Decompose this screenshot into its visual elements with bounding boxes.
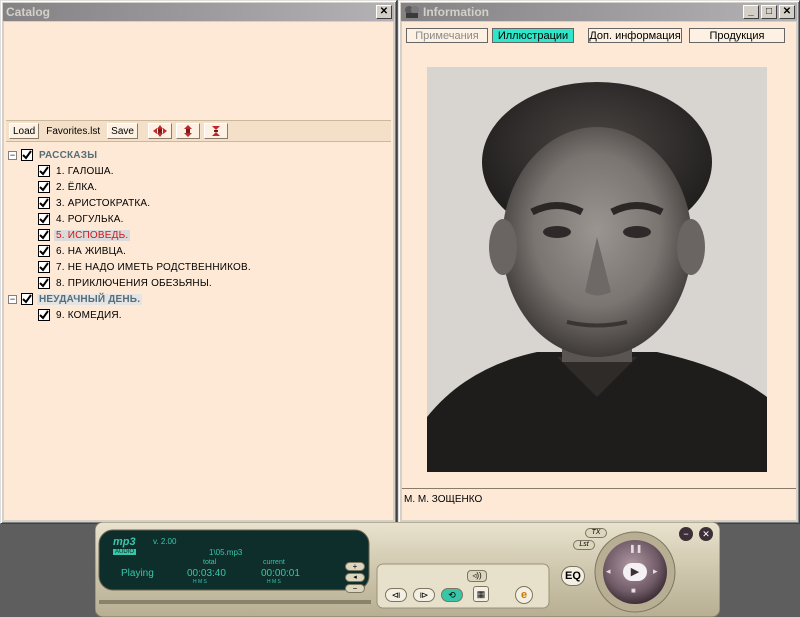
pause-icon[interactable]: ❚❚ (629, 544, 642, 553)
volume-up-button[interactable]: + (345, 562, 365, 571)
item-label: 8. ПРИКЛЮЧЕНИЯ ОБЕЗЬЯНЫ. (56, 277, 212, 289)
tree-item[interactable]: 7. НЕ НАДО ИМЕТЬ РОДСТВЕННИКОВ. (38, 260, 253, 274)
move-all-icon[interactable] (147, 123, 172, 139)
stop-icon[interactable]: ■ (631, 586, 636, 595)
rewind-icon[interactable]: ◂ (606, 566, 611, 577)
grid-icon[interactable]: ▦ (473, 586, 489, 602)
close-icon[interactable]: ✕ (376, 5, 392, 19)
catalog-titlebar[interactable]: Catalog ✕ (3, 3, 394, 21)
item-label: 9. КОМЕДИЯ. (56, 309, 122, 321)
catalog-toolbar: Load Favorites.lst Save (6, 120, 391, 142)
next-track-icon[interactable]: ⧐ (413, 588, 435, 602)
collapse-icon[interactable]: − (8, 294, 17, 304)
collapse-icon[interactable] (203, 123, 228, 139)
information-tabs: Примечания Иллюстрации Доп. информация П… (406, 28, 792, 44)
app-icon (404, 5, 420, 19)
collapse-icon[interactable]: − (8, 150, 17, 160)
checkbox[interactable] (21, 149, 33, 161)
minimize-icon[interactable]: _ (743, 5, 759, 19)
information-window: Information _ □ ✕ Примечания Иллюстрации… (398, 0, 800, 524)
tree-item[interactable]: 4. РОГУЛЬКА. (38, 212, 126, 226)
playlist-button[interactable]: Lst (573, 540, 595, 550)
checkbox[interactable] (38, 229, 50, 241)
tree-item[interactable]: 8. ПРИКЛЮЧЕНИЯ ОБЕЗЬЯНЫ. (38, 276, 214, 290)
speaker-icon[interactable]: ◃)) (467, 570, 487, 582)
fast-forward-icon[interactable]: ▸ (653, 566, 658, 577)
maximize-icon[interactable]: □ (761, 5, 777, 19)
minimize-icon[interactable]: − (679, 527, 693, 541)
item-label: 7. НЕ НАДО ИМЕТЬ РОДСТВЕННИКОВ. (56, 261, 251, 273)
total-label: total (203, 559, 217, 566)
audio-badge: AUDIO (113, 549, 137, 555)
tree-item[interactable]: 1. ГАЛОША. (38, 164, 116, 178)
close-icon[interactable]: ✕ (779, 5, 795, 19)
checkbox[interactable] (38, 309, 50, 321)
eq-button[interactable]: EQ (561, 566, 585, 586)
catalog-info-area (4, 22, 393, 118)
player-status: Playing (121, 568, 154, 579)
item-label-active: 5. ИСПОВЕДЬ. (54, 229, 131, 241)
item-label: 2. ЁЛКА. (56, 181, 98, 193)
item-label: 4. РОГУЛЬКА. (56, 213, 124, 225)
current-hms: H M S (267, 579, 281, 585)
catalog-body: Load Favorites.lst Save − РАССКАЗЫ 1. ГА… (4, 22, 393, 520)
caption-divider (402, 488, 796, 489)
load-button[interactable]: Load (9, 123, 40, 139)
mp3-player: mp3 AUDIO v. 2.00 1\05.mp3 total current… (95, 522, 720, 617)
tab-products[interactable]: Продукция (689, 28, 785, 43)
browser-icon[interactable]: e (515, 586, 533, 604)
tx-button[interactable]: TX (585, 528, 607, 538)
play-button[interactable]: ▶ (623, 563, 647, 581)
item-label: 1. ГАЛОША. (56, 165, 114, 177)
speaker-icon[interactable]: ◂ (345, 573, 365, 582)
information-titlebar[interactable]: Information _ □ ✕ (401, 3, 797, 21)
checkbox[interactable] (38, 181, 50, 193)
group-label: РАССКАЗЫ (39, 149, 98, 161)
catalog-window: Catalog ✕ Load Favorites.lst Save − РАСС… (0, 0, 397, 524)
close-icon[interactable]: ✕ (699, 527, 713, 541)
prev-track-icon[interactable]: ⧏ (385, 588, 407, 602)
item-label: 6. НА ЖИВЦА. (56, 245, 127, 257)
repeat-icon[interactable]: ⟲ (441, 588, 463, 602)
current-time: 00:00:01 (261, 568, 300, 579)
tree-item[interactable]: 6. НА ЖИВЦА. (38, 244, 128, 258)
tree-item[interactable]: 9. КОМЕДИЯ. (38, 308, 124, 322)
catalog-title: Catalog (6, 5, 51, 19)
checkbox[interactable] (38, 213, 50, 225)
photo-caption: М. М. ЗОЩЕНКО (404, 494, 483, 505)
tab-notes[interactable]: Примечания (406, 28, 488, 43)
total-hms: H M S (193, 579, 207, 585)
checkbox[interactable] (21, 293, 33, 305)
tree-group[interactable]: − НЕУДАЧНЫЙ ДЕНЬ. (8, 292, 143, 306)
tree-item-active[interactable]: 5. ИСПОВЕДЬ. (38, 228, 131, 242)
move-up-down-icon[interactable] (175, 123, 200, 139)
volume-down-button[interactable]: − (345, 584, 365, 593)
save-button[interactable]: Save (107, 123, 138, 139)
current-file: 1\05.mp3 (209, 548, 243, 557)
checkbox[interactable] (38, 197, 50, 209)
tree-group[interactable]: − РАССКАЗЫ (8, 148, 99, 162)
information-body: Примечания Иллюстрации Доп. информация П… (402, 22, 796, 520)
checkbox[interactable] (38, 277, 50, 289)
tab-extra-info[interactable]: Доп. информация (588, 28, 682, 43)
playlist-name: Favorites.lst (46, 125, 101, 137)
mp3-logo: mp3 (113, 536, 136, 548)
checkbox[interactable] (38, 165, 50, 177)
checkbox[interactable] (38, 245, 50, 257)
tab-illustrations[interactable]: Иллюстрации (492, 28, 574, 43)
checkbox[interactable] (38, 261, 50, 273)
item-label: 3. АРИСТОКРАТКА. (56, 197, 151, 209)
tree-item[interactable]: 3. АРИСТОКРАТКА. (38, 196, 152, 210)
current-label: current (263, 559, 285, 566)
portrait-photo (427, 67, 767, 472)
group-label: НЕУДАЧНЫЙ ДЕНЬ. (37, 293, 143, 305)
player-version: v. 2.00 (153, 537, 177, 546)
tree-item[interactable]: 2. ЁЛКА. (38, 180, 99, 194)
information-title: Information (423, 5, 489, 19)
total-time: 00:03:40 (187, 568, 226, 579)
